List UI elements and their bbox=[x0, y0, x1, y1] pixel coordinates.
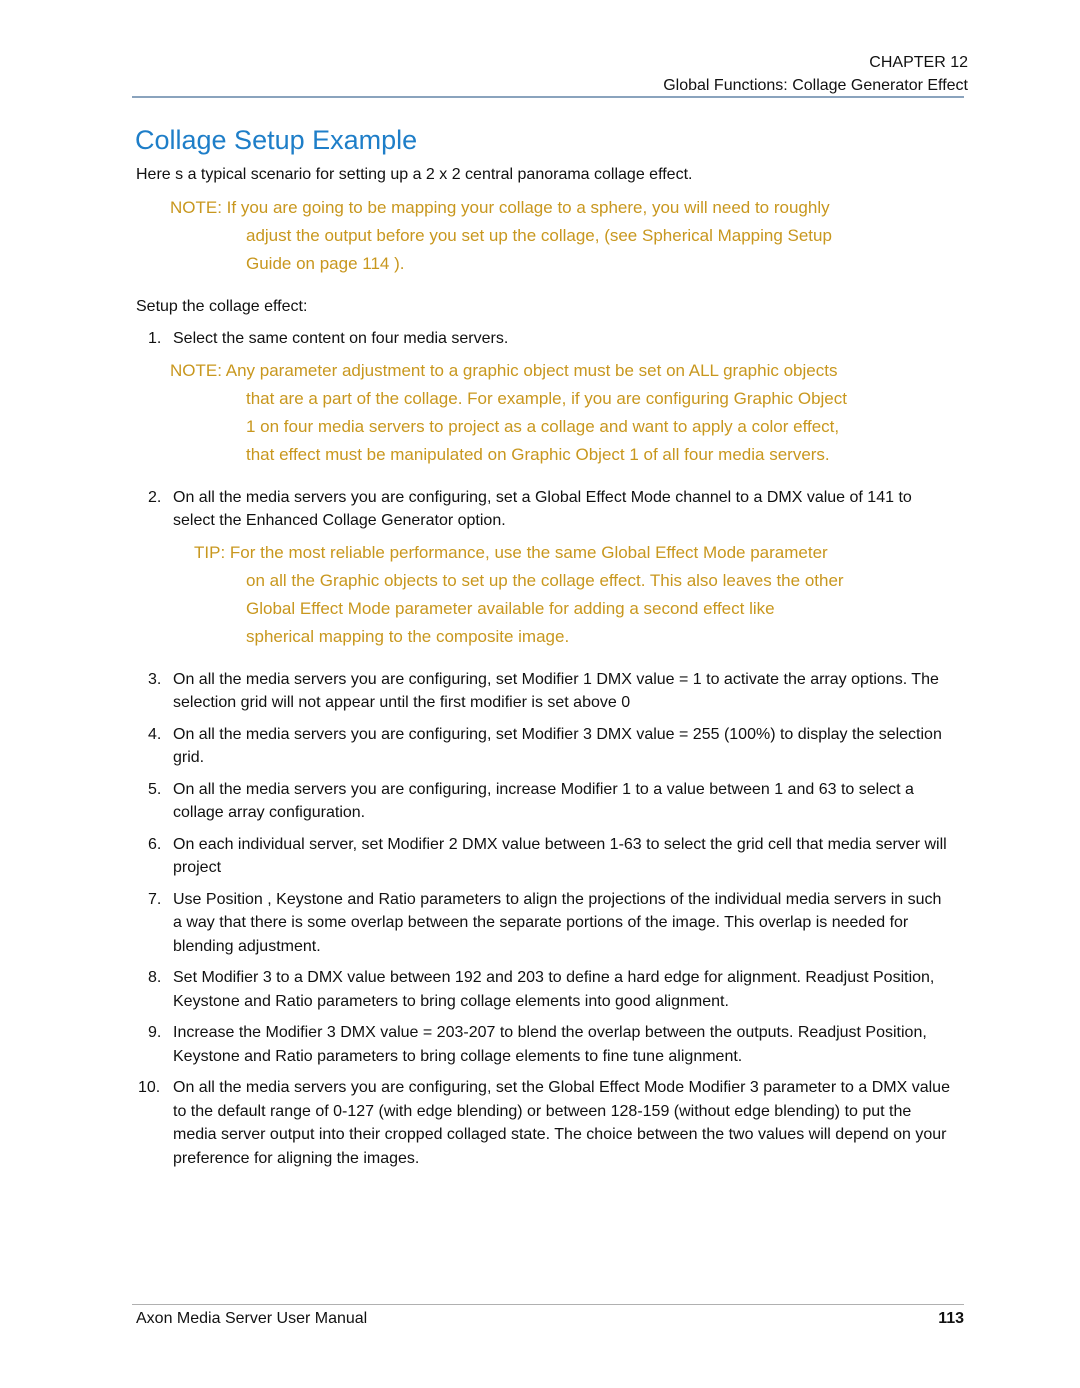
step-text: On all the media servers you are configu… bbox=[173, 1079, 950, 1167]
steps-list: 3. On all the media servers you are conf… bbox=[136, 668, 956, 1171]
main-content: Here s a typical scenario for setting up… bbox=[136, 163, 956, 1178]
step-item: 2. On all the media servers you are conf… bbox=[136, 486, 953, 533]
step-text: On all the media servers you are configu… bbox=[173, 725, 942, 767]
step-text: On each individual server, set Modifier … bbox=[173, 835, 947, 877]
step-item: 5. On all the media servers you are conf… bbox=[136, 778, 953, 825]
step-text: On all the media servers you are configu… bbox=[173, 670, 939, 712]
step-item: 9. Increase the Modifier 3 DMX value = 2… bbox=[136, 1021, 953, 1068]
tip-paragraph: TIP: For the most reliable performance, … bbox=[194, 542, 844, 646]
step-text: On all the media servers you are configu… bbox=[173, 488, 912, 530]
step-number: 2. bbox=[148, 488, 162, 506]
step-number: 3. bbox=[148, 670, 162, 688]
page-title: Collage Setup Example bbox=[135, 125, 418, 155]
note-graphic-object: NOTE: Any parameter adjustment to a grap… bbox=[170, 360, 847, 464]
page-header: CHAPTER 12 Global Functions: Collage Gen… bbox=[663, 53, 968, 96]
header-divider bbox=[132, 96, 964, 98]
section-label: Global Functions: Collage Generator Effe… bbox=[663, 77, 968, 94]
step-number: 10. bbox=[138, 1079, 161, 1096]
steps-list: 1. Select the same content on four media… bbox=[136, 327, 956, 351]
step-number: 6. bbox=[148, 835, 162, 853]
page-number: 113 bbox=[938, 1310, 964, 1327]
step-text: Use Position , Keystone and Ratio parame… bbox=[173, 890, 942, 955]
step-number: 7. bbox=[148, 890, 162, 908]
setup-lead: Setup the collage effect: bbox=[136, 298, 308, 315]
manual-title: Axon Media Server User Manual bbox=[136, 1310, 368, 1327]
step-item: 3. On all the media servers you are conf… bbox=[136, 668, 953, 715]
step-item: 4. On all the media servers you are conf… bbox=[136, 723, 953, 770]
step-item: 6. On each individual server, set Modifi… bbox=[136, 833, 953, 880]
intro-paragraph: Here s a typical scenario for setting up… bbox=[136, 166, 693, 183]
steps-list: 2. On all the media servers you are conf… bbox=[136, 486, 956, 533]
step-number: 8. bbox=[148, 969, 162, 986]
footer-divider bbox=[132, 1304, 964, 1305]
step-number: 5. bbox=[148, 780, 162, 798]
step-number: 4. bbox=[148, 725, 162, 743]
step-item: 7. Use Position , Keystone and Ratio par… bbox=[136, 888, 953, 959]
step-number: 9. bbox=[148, 1024, 162, 1041]
step-text: Increase the Modifier 3 DMX value = 203-… bbox=[173, 1024, 927, 1065]
step-text: Set Modifier 3 to a DMX value between 19… bbox=[173, 969, 935, 1010]
chapter-label: CHAPTER 12 bbox=[869, 54, 968, 71]
step-item: 10. On all the media servers you are con… bbox=[136, 1076, 953, 1170]
step-number: 1. bbox=[148, 330, 162, 347]
step-item: 8. Set Modifier 3 to a DMX value between… bbox=[136, 966, 953, 1013]
step-text: On all the media servers you are configu… bbox=[173, 780, 914, 822]
step-text: Select the same content on four media se… bbox=[173, 330, 509, 347]
step-item: 1. Select the same content on four media… bbox=[136, 327, 953, 351]
note-sphere: NOTE: If you are going to be mapping you… bbox=[170, 198, 832, 273]
